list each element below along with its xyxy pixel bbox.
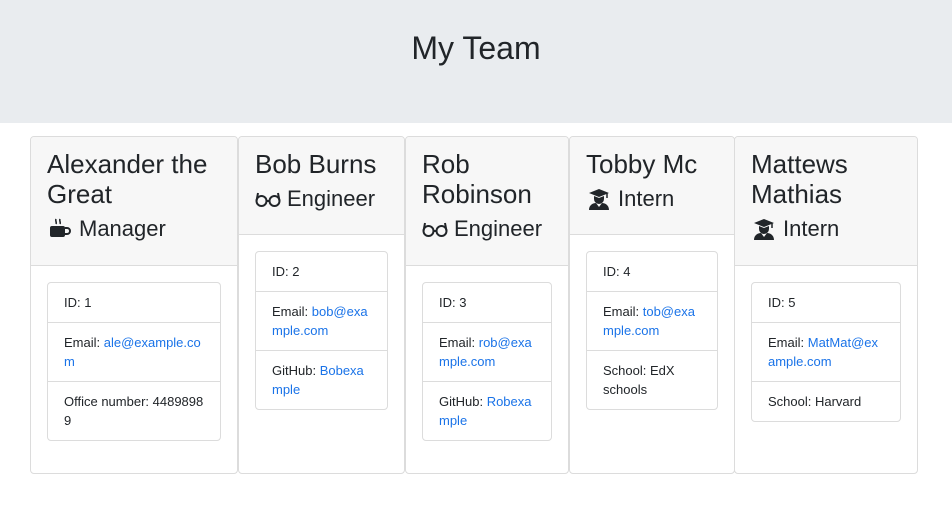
email-item: Email: MatMat@example.com (752, 322, 900, 381)
employee-card: Bob Burns Engineer ID: 2 Email: bob@exam… (238, 136, 405, 474)
office-number-item: Office number: 44898989 (48, 381, 220, 440)
employee-name: Bob Burns (255, 149, 377, 179)
email-item: Email: tob@example.com (587, 291, 717, 350)
email-item: Email: bob@example.com (256, 291, 387, 350)
employee-role: Engineer (422, 215, 552, 243)
school-item: School: Harvard (752, 381, 900, 421)
id-item: ID: 1 (64, 295, 92, 310)
employee-card: Rob Robinson Engineer ID: 3 Email: rob@e… (405, 136, 569, 474)
card-header: Mattews Mathias Intern (735, 137, 917, 266)
card-body: ID: 4 Email: tob@example.com School: EdX… (570, 235, 734, 426)
employee-name: Tobby Mc (586, 149, 698, 179)
card-body: ID: 3 Email: rob@example.com GitHub: Rob… (406, 266, 568, 457)
employee-role: Intern (751, 215, 901, 243)
graduate-icon (751, 218, 777, 240)
employee-role: Intern (586, 185, 718, 213)
details-list: ID: 3 Email: rob@example.com GitHub: Rob… (422, 282, 552, 441)
card-body: ID: 1 Email: ale@example.com Office numb… (31, 266, 237, 457)
details-list: ID: 4 Email: tob@example.com School: EdX… (586, 251, 718, 410)
id-item: ID: 3 (439, 295, 467, 310)
email-item: Email: rob@example.com (423, 322, 551, 381)
employee-name: Alexander the Great (47, 149, 208, 209)
card-header: Alexander the Great Manager (31, 137, 237, 266)
details-list: ID: 5 Email: MatMat@example.com School: … (751, 282, 901, 422)
github-item: GitHub: Bobexample (256, 350, 387, 409)
graduate-icon (586, 188, 612, 210)
role-label: Manager (79, 216, 166, 241)
employee-role: Manager (47, 215, 221, 243)
employee-card: Mattews Mathias Intern ID: 5 Email: MatM… (734, 136, 918, 474)
id-item: ID: 4 (603, 264, 631, 279)
employee-role: Engineer (255, 185, 388, 213)
card-header: Tobby Mc Intern (570, 137, 734, 235)
github-item: GitHub: Robexample (423, 381, 551, 440)
role-label: Intern (783, 216, 840, 241)
id-item: ID: 5 (768, 295, 796, 310)
employee-name: Mattews Mathias (751, 149, 848, 209)
details-list: ID: 1 Email: ale@example.com Office numb… (47, 282, 221, 441)
employee-name: Rob Robinson (422, 149, 532, 209)
card-body: ID: 2 Email: bob@example.com GitHub: Bob… (239, 235, 404, 426)
school-value: Harvard (814, 394, 862, 409)
id-item: ID: 2 (272, 264, 300, 279)
employee-card: Alexander the Great Manager ID: 1 Email:… (30, 136, 238, 474)
role-label: Engineer (287, 186, 376, 211)
card-header: Bob Burns Engineer (239, 137, 404, 235)
page-title: My Team (411, 30, 541, 66)
role-label: Engineer (454, 216, 543, 241)
card-header: Rob Robinson Engineer (406, 137, 568, 266)
details-list: ID: 2 Email: bob@example.com GitHub: Bob… (255, 251, 388, 410)
glasses-icon (255, 188, 281, 210)
page-header: My Team (0, 0, 952, 123)
glasses-icon (422, 218, 448, 240)
employee-card: Tobby Mc Intern ID: 4 Email: tob@example… (569, 136, 735, 474)
school-item: School: EdX schools (587, 350, 717, 409)
email-item: Email: ale@example.com (48, 322, 220, 381)
role-label: Intern (618, 186, 675, 211)
coffee-icon (47, 218, 73, 240)
card-body: ID: 5 Email: MatMat@example.com School: … (735, 266, 917, 438)
